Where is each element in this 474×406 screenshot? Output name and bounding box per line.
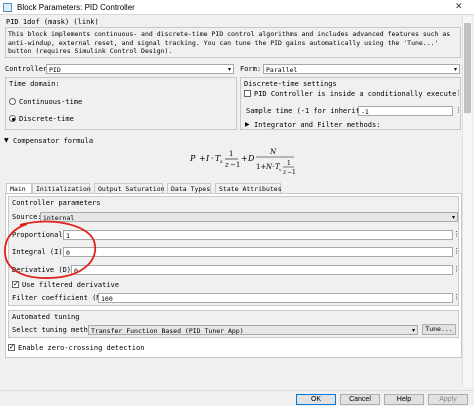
app-icon	[3, 3, 12, 12]
annotation-circle	[4, 220, 97, 279]
svg-text:s: s	[220, 159, 223, 165]
chevron-down-icon: ▾	[451, 214, 455, 221]
svg-text:P: P	[189, 154, 196, 163]
block-description: This block implements continuous- and di…	[8, 30, 451, 55]
help-button[interactable]: Help	[384, 394, 424, 405]
discrete-radio[interactable]	[9, 115, 16, 122]
svg-text:D: D	[247, 154, 255, 163]
cancel-button[interactable]: Cancel	[340, 394, 380, 405]
svg-text:+: +	[241, 154, 248, 163]
svg-text:N: N	[269, 148, 277, 156]
tuning-method-dropdown[interactable]: Transfer Function Based (PID Tuner App) …	[88, 325, 418, 335]
discrete-settings-group: Discrete-time settings PID Controller is…	[240, 77, 462, 130]
svg-text:s: s	[279, 167, 281, 172]
compensator-label[interactable]: Compensator formula	[13, 137, 93, 145]
tab-data-types[interactable]: Data Types	[167, 183, 211, 193]
vertical-dots-icon[interactable]: ⋮	[453, 265, 460, 275]
proportional-input[interactable]: 1	[63, 230, 453, 240]
window-titlebar: Block Parameters: PID Controller ✕	[0, 0, 474, 15]
svg-text:z: z	[224, 161, 229, 169]
time-domain-group: Time domain: Continuous-time Discrete-ti…	[5, 77, 237, 130]
button-bar: OK Cancel Help Apply	[0, 390, 474, 406]
zero-crossing-label: Enable zero-crossing detection	[18, 344, 145, 352]
svg-text:·: ·	[272, 163, 274, 171]
tuning-header: Automated tuning	[12, 313, 80, 321]
continuous-radio[interactable]	[9, 98, 16, 105]
svg-text:−1: −1	[230, 161, 240, 169]
svg-text:+: +	[199, 154, 206, 163]
apply-button[interactable]: Apply	[428, 394, 468, 405]
discrete-settings-header: Discrete-time settings	[244, 80, 337, 88]
ok-button[interactable]: OK	[296, 394, 336, 405]
automated-tuning-group: Automated tuning Select tuning method: T…	[8, 310, 459, 338]
description-box: This block implements continuous- and di…	[5, 27, 461, 58]
conditional-subsystem-label: PID Controller is inside a conditionally…	[254, 90, 456, 98]
tuning-method-value: Transfer Function Based (PID Tuner App)	[91, 327, 244, 335]
tune-button[interactable]: Tune...	[422, 324, 456, 335]
vertical-dots-icon[interactable]: ⋮	[453, 247, 460, 257]
vertical-dots-icon[interactable]: ⋮	[453, 293, 460, 303]
form-label: Form:	[240, 65, 262, 73]
triangle-right-icon[interactable]: ▶	[245, 121, 250, 128]
filter-coefficient-input[interactable]: 100	[98, 293, 453, 303]
controller-value: PID	[49, 66, 61, 74]
zero-crossing-checkbox[interactable]	[8, 343, 15, 351]
triangle-down-icon[interactable]: ▼	[4, 137, 9, 144]
svg-text:1+: 1+	[256, 163, 266, 171]
block-header: PID 1dof (mask) (link)	[6, 18, 99, 26]
controller-label: Controller:	[5, 65, 52, 73]
vertical-dots-icon[interactable]: ⋮	[453, 230, 460, 240]
vertical-dots-icon[interactable]: ⋮	[455, 89, 462, 99]
tab-output-saturation[interactable]: Output Saturation	[94, 183, 165, 193]
form-dropdown[interactable]: Parallel ▾	[263, 64, 460, 74]
sample-time-value: -1	[361, 108, 369, 116]
conditional-subsystem-checkbox[interactable]	[244, 90, 251, 97]
svg-text:1: 1	[287, 160, 291, 167]
svg-text:−1: −1	[287, 169, 296, 176]
continuous-label: Continuous-time	[19, 98, 83, 106]
form-value: Parallel	[266, 66, 298, 74]
scrollbar-thumb[interactable]	[464, 23, 471, 113]
close-icon[interactable]: ✕	[455, 2, 463, 12]
integral-input[interactable]: 0	[63, 247, 453, 257]
integrator-filter-label[interactable]: Integrator and Filter methods:	[254, 121, 380, 129]
controller-params-header: Controller parameters	[12, 199, 101, 207]
svg-text:1: 1	[229, 150, 233, 158]
controller-dropdown[interactable]: PID ▾	[46, 64, 234, 74]
chevron-down-icon: ▾	[411, 327, 415, 334]
scrollbar[interactable]	[462, 17, 472, 387]
tab-initialization[interactable]: Initialization	[32, 183, 91, 193]
chevron-down-icon: ▾	[453, 66, 457, 73]
discrete-label: Discrete-time	[19, 115, 74, 123]
time-domain-label: Time domain:	[9, 80, 60, 88]
svg-text:I: I	[205, 154, 210, 163]
chevron-down-icon: ▾	[227, 66, 231, 73]
vertical-dots-icon[interactable]: ⋮	[455, 106, 462, 116]
svg-text:·: ·	[211, 154, 214, 163]
compensator-formula-image: P + I · Ts 1 z −1 + D N 1+ N · Ts 1 z −1	[189, 148, 296, 176]
derivative-input[interactable]: 0	[71, 265, 453, 275]
tab-state-attributes[interactable]: State Attributes	[215, 183, 282, 193]
source-dropdown[interactable]: internal ▾	[40, 212, 458, 222]
filter-coefficient-label: Filter coefficient (N):	[12, 294, 109, 302]
sample-time-input[interactable]: -1	[358, 106, 453, 116]
window-title: Block Parameters: PID Controller	[17, 3, 135, 12]
